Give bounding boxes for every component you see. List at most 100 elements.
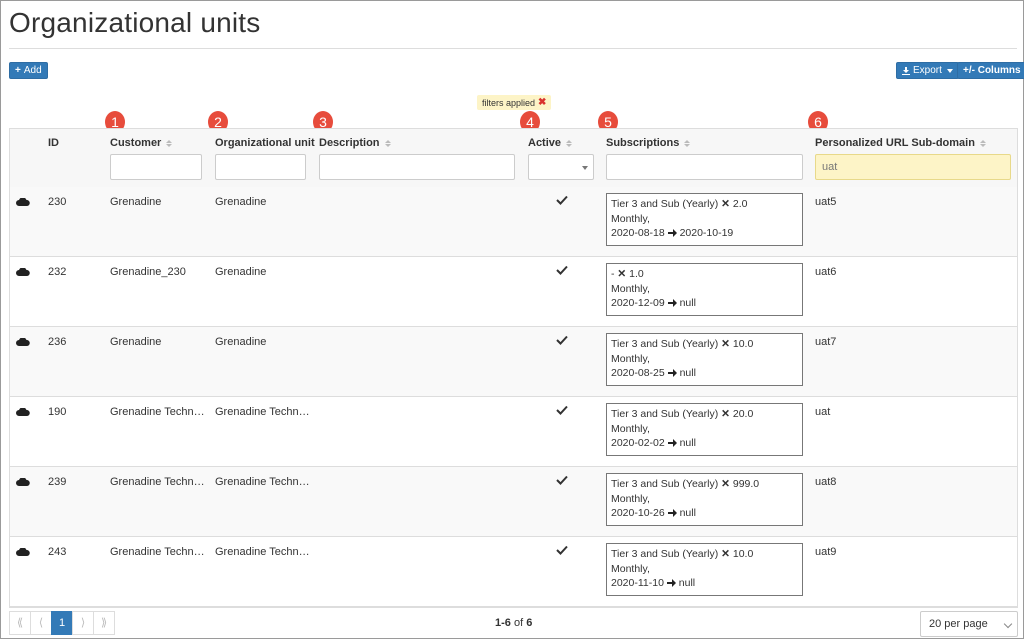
subscription-plan: Tier 3 and Sub (Yearly) [611,338,719,350]
subscription-end: null [679,507,696,519]
subscription-qty: 10.0 [732,338,754,350]
table-row[interactable]: 232 Grenadine_230 Grenadine - ✕ 1.0 Mont… [10,257,1017,327]
arrow-right-icon [666,579,676,587]
description-filter-input[interactable] [319,154,515,180]
customer-filter-input[interactable] [110,154,202,180]
check-icon [556,475,568,485]
cloud-icon [16,198,30,206]
arrow-right-icon [667,229,677,237]
subscription-start: 2020-02-02 [611,437,665,449]
subscription-start: 2020-10-26 [611,507,665,519]
column-header-customer[interactable]: Customer [110,137,173,149]
check-icon [556,265,568,275]
check-icon [556,545,568,555]
row-customer: Grenadine Techn… [110,406,205,418]
row-id: 236 [48,336,67,348]
export-button-label: Export [913,65,942,76]
subscription-plan: Tier 3 and Sub (Yearly) [611,548,719,560]
subdomain-filter-input[interactable] [815,154,1011,180]
row-id: 190 [48,406,67,418]
subscription-period: Monthly, [611,212,650,225]
first-page-button[interactable]: ⟪ [9,611,31,635]
column-header-customer-label: Customer [110,137,162,149]
arrow-right-icon [667,299,677,307]
cloud-icon [16,408,30,416]
row-subdomain: uat8 [815,476,837,488]
record-of: of [513,617,524,629]
row-subdomain: uat5 [815,196,837,208]
per-page-select[interactable]: 20 per page [920,611,1018,637]
subscription-period: Monthly, [611,282,650,295]
column-header-description[interactable]: Description [319,137,391,149]
row-customer: Grenadine Techn… [110,476,205,488]
cloud-icon [16,268,30,276]
row-org-unit: Grenadine Techn… [215,546,310,558]
filters-applied-badge: filters applied ✖ [477,95,552,110]
table-row[interactable]: 243 Grenadine Techn… Grenadine Techn… Ti… [10,537,1017,607]
plus-icon: + [15,65,21,76]
org-unit-filter-input[interactable] [215,154,306,180]
column-header-org-unit-label: Organizational unit [215,137,315,149]
row-org-unit: Grenadine Techn… [215,406,310,418]
times-icon: ✕ [721,548,730,560]
row-id: 243 [48,546,67,558]
chevron-down-icon [1003,619,1013,629]
last-page-button[interactable]: ⟫ [93,611,115,635]
select-caret-icon [582,166,588,170]
subscription-qty: 10.0 [732,548,754,560]
subscription-plan: Tier 3 and Sub (Yearly) [611,408,719,420]
subscription-start: 2020-12-09 [611,297,665,309]
subscriptions-filter-input[interactable] [606,154,803,180]
subscription-box: Tier 3 and Sub (Yearly) ✕ 2.0 Monthly, 2… [606,193,803,246]
active-filter-select[interactable] [528,154,594,180]
filters-applied-label: filters applied [482,97,536,108]
row-org-unit: Grenadine Techn… [215,476,310,488]
subscription-qty: 1.0 [629,268,644,280]
times-icon: ✕ [721,198,730,210]
column-header-id: ID [48,137,59,149]
subscription-start: 2020-08-25 [611,367,665,379]
column-header-org-unit[interactable]: Organizational unit [215,137,315,149]
column-header-id-label: ID [48,137,59,149]
export-button[interactable]: Export [896,62,959,79]
row-id: 239 [48,476,67,488]
subscription-plan: Tier 3 and Sub (Yearly) [611,478,719,490]
subscription-box: Tier 3 and Sub (Yearly) ✕ 999.0 Monthly,… [606,473,803,526]
sort-icon [979,139,986,147]
table-row[interactable]: 236 Grenadine Grenadine Tier 3 and Sub (… [10,327,1017,397]
sort-icon [384,139,391,147]
subscription-box: - ✕ 1.0 Monthly, 2020-12-09 null [606,263,803,316]
times-icon: ✕ [721,338,730,350]
title-divider [9,48,1017,49]
row-org-unit: Grenadine [215,336,267,348]
times-icon: ✕ [721,408,730,420]
subscription-end: null [679,367,696,379]
column-header-subscriptions[interactable]: Subscriptions [606,137,691,149]
add-button[interactable]: + Add [9,62,48,79]
org-units-table: ID Customer Organizational unit Descript… [9,128,1018,608]
cloud-icon [16,338,30,346]
sort-icon [166,139,173,147]
subscription-start: 2020-08-18 [611,227,665,239]
table-row[interactable]: 239 Grenadine Techn… Grenadine Techn… Ti… [10,467,1017,537]
table-row[interactable]: 230 Grenadine Grenadine Tier 3 and Sub (… [10,187,1017,257]
table-row[interactable]: 190 Grenadine Techn… Grenadine Techn… Ti… [10,397,1017,467]
subscription-period: Monthly, [611,352,650,365]
page-1-button[interactable]: 1 [51,611,73,635]
cloud-icon [16,478,30,486]
table-header: ID Customer Organizational unit Descript… [10,129,1017,188]
subscription-qty: 20.0 [732,408,754,420]
next-page-button[interactable]: ⟩ [72,611,94,635]
columns-button[interactable]: +/- Columns [957,62,1024,79]
row-subdomain: uat [815,406,831,418]
prev-page-button[interactable]: ⟨ [30,611,52,635]
sort-icon [684,139,691,147]
column-header-subdomain[interactable]: Personalized URL Sub-domain [815,137,986,149]
clear-filters-icon[interactable]: ✖ [538,97,546,108]
per-page-value: 20 per page [929,618,988,630]
column-header-active-label: Active [528,137,562,149]
check-icon [556,335,568,345]
column-header-active[interactable]: Active [528,137,573,149]
record-range: 1-6 [495,617,511,629]
subscription-box: Tier 3 and Sub (Yearly) ✕ 20.0 Monthly, … [606,403,803,456]
